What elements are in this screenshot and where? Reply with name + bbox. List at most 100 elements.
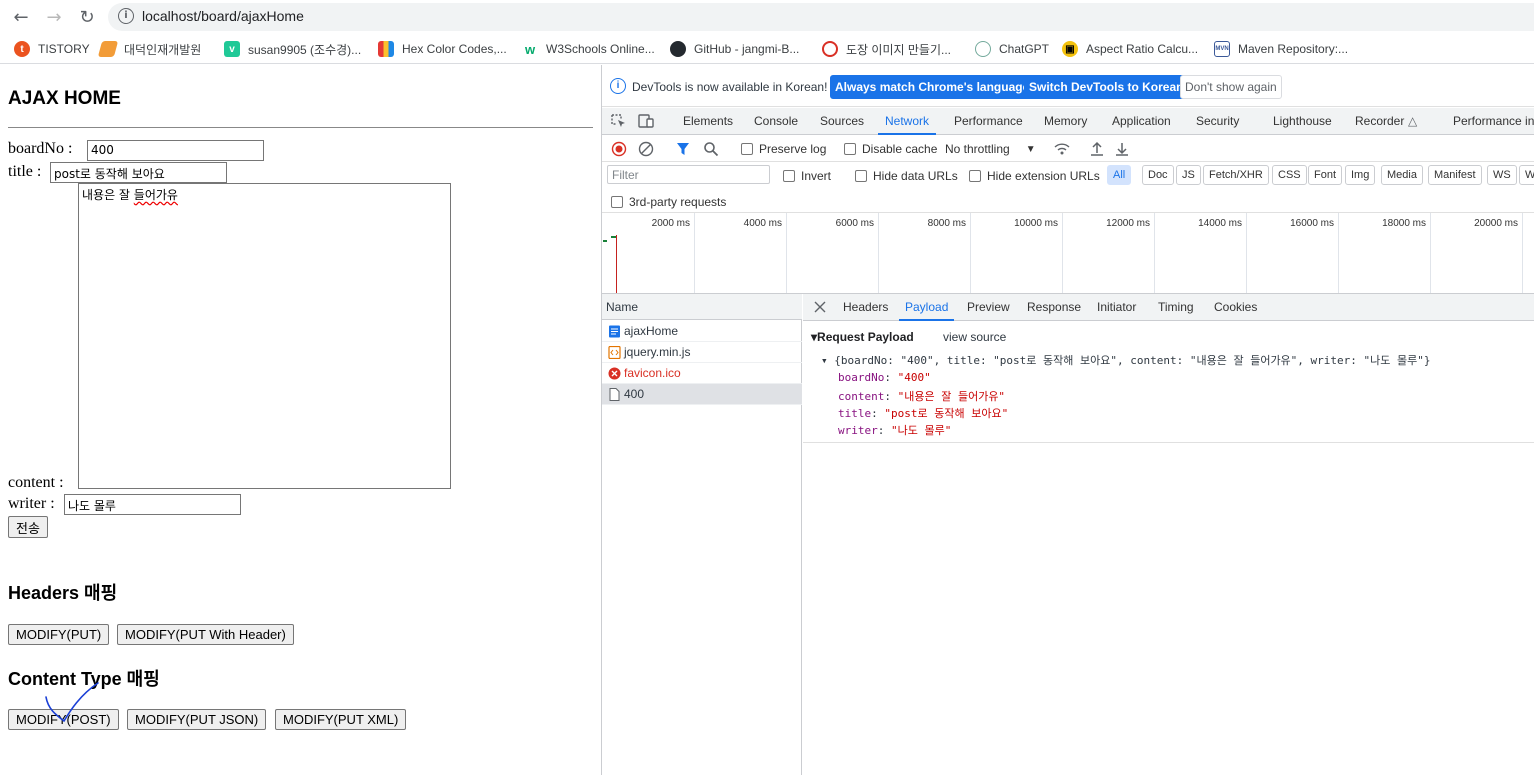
modify-put-button[interactable]: MODIFY(PUT) [8, 624, 110, 645]
file-icon [609, 388, 620, 401]
record-icon[interactable] [611, 141, 627, 157]
dont-show-again-button[interactable]: Don't show again [1180, 75, 1282, 99]
request-payload-title[interactable]: ▾Request Payload [811, 330, 914, 344]
request-name: ajaxHome [624, 324, 679, 338]
bookmark-item[interactable]: v susan9905 (조수경)... [224, 39, 361, 59]
preserve-log-checkbox[interactable]: Preserve log [741, 140, 826, 158]
always-match-language-button[interactable]: Always match Chrome's language [830, 75, 1035, 99]
inspect-element-icon[interactable] [611, 114, 627, 128]
tab-memory[interactable]: Memory [1044, 108, 1087, 135]
tab-security[interactable]: Security [1196, 108, 1239, 135]
timeline-tick-label: 2000 ms [651, 218, 690, 229]
payload-field: boardNo: "400" [838, 371, 931, 384]
bookmark-label: susan9905 (조수경)... [248, 42, 362, 57]
filter-type-doc[interactable]: Doc [1142, 165, 1174, 185]
bookmark-label: 도장 이미지 만들기... [846, 42, 951, 57]
bookmark-item[interactable]: t TISTORY [14, 39, 90, 59]
request-name: jquery.min.js [624, 345, 691, 359]
tab-preview[interactable]: Preview [967, 294, 1010, 321]
payload-summary[interactable]: ▾ {boardNo: "400", title: "post로 동작해 보아요… [821, 352, 1431, 368]
filter-type-css[interactable]: CSS [1272, 165, 1307, 185]
disable-cache-checkbox[interactable]: Disable cache [844, 140, 937, 158]
throttling-select[interactable]: No throttling ▼ [945, 140, 1036, 158]
hide-data-urls-checkbox[interactable]: Hide data URLs [855, 167, 958, 185]
request-row[interactable]: favicon.ico [602, 363, 802, 384]
reload-icon[interactable]: ↻ [73, 3, 101, 31]
tab-elements[interactable]: Elements [683, 108, 733, 135]
tab-timing[interactable]: Timing [1158, 294, 1194, 321]
submit-button[interactable]: 전송 [8, 516, 48, 538]
filter-type-media[interactable]: Media [1381, 165, 1423, 185]
timeline-gridline [1246, 213, 1247, 293]
tab-cookies[interactable]: Cookies [1214, 294, 1257, 321]
filter-type-wasm[interactable]: W [1519, 165, 1534, 185]
tab-recorder[interactable]: Recorder [1355, 108, 1404, 135]
forward-arrow-icon[interactable]: → [40, 3, 68, 31]
filter-type-manifest[interactable]: Manifest [1428, 165, 1482, 185]
filter-type-js[interactable]: JS [1176, 165, 1201, 185]
clear-icon[interactable] [638, 141, 654, 157]
bookmark-item[interactable]: ▣ Aspect Ratio Calcu... [1062, 39, 1198, 59]
filter-type-all[interactable]: All [1107, 165, 1132, 185]
boardno-input[interactable]: 400 [87, 140, 264, 161]
filter-type-fetch-xhr[interactable]: Fetch/XHR [1203, 165, 1269, 185]
tab-performance-insights[interactable]: Performance ins [1453, 108, 1534, 135]
hide-extension-urls-checkbox[interactable]: Hide extension URLs [969, 167, 1100, 185]
site-info-icon[interactable]: i [118, 8, 134, 24]
tab-network[interactable]: Network [878, 108, 937, 135]
tab-response[interactable]: Response [1027, 294, 1081, 321]
bookmark-item[interactable]: 대덕인재개발원 [97, 39, 201, 59]
third-party-checkbox[interactable]: 3rd-party requests [611, 193, 726, 211]
network-overview-timeline[interactable]: 2000 ms 4000 ms 6000 ms 8000 ms 10000 ms 1200… [602, 212, 1534, 294]
modify-put-with-header-button[interactable]: MODIFY(PUT With Header) [117, 624, 294, 645]
tab-lighthouse[interactable]: Lighthouse [1273, 108, 1332, 135]
timeline-gridline [1522, 213, 1523, 293]
tab-application[interactable]: Application [1112, 108, 1171, 135]
view-source-link[interactable]: view source [943, 330, 1006, 344]
content-textarea[interactable]: 내용은 잘 들어가유 [78, 183, 451, 489]
content-text: 내용은 잘 [82, 188, 134, 202]
filter-type-font[interactable]: Font [1308, 165, 1343, 185]
timeline-tick-label: 10000 ms [1014, 218, 1058, 229]
tab-sources[interactable]: Sources [820, 108, 864, 135]
timeline-gridline [1338, 213, 1339, 293]
tab-payload[interactable]: Payload [899, 294, 955, 321]
tab-console[interactable]: Console [754, 108, 798, 135]
back-arrow-icon[interactable]: ← [7, 3, 35, 31]
bookmark-item[interactable]: 도장 이미지 만들기... [822, 39, 951, 59]
tab-performance[interactable]: Performance [954, 108, 1023, 135]
tab-headers[interactable]: Headers [843, 294, 888, 321]
close-icon[interactable] [814, 301, 826, 313]
disable-cache-label: Disable cache [862, 142, 938, 156]
bookmark-item[interactable]: MVN Maven Repository:... [1214, 39, 1348, 59]
request-row[interactable]: jquery.min.js [602, 342, 802, 363]
page-content: AJAX HOME boardNo : 400 title : post로 동작… [0, 65, 601, 775]
bookmark-label: TISTORY [38, 42, 90, 56]
invert-checkbox[interactable]: Invert [783, 167, 831, 185]
page-title: AJAX HOME [8, 88, 121, 109]
upload-icon[interactable] [1090, 141, 1104, 157]
request-row[interactable]: ajaxHome [602, 321, 802, 342]
device-toolbar-icon[interactable] [638, 114, 654, 128]
filter-type-ws[interactable]: WS [1487, 165, 1517, 185]
bookmark-item[interactable]: w W3Schools Online... [522, 39, 655, 59]
download-icon[interactable] [1115, 141, 1129, 157]
modify-put-xml-button[interactable]: MODIFY(PUT XML) [275, 709, 407, 730]
filter-icon[interactable] [676, 141, 690, 157]
switch-to-korean-button[interactable]: Switch DevTools to Korean [1024, 75, 1189, 99]
modify-put-json-button[interactable]: MODIFY(PUT JSON) [127, 709, 267, 730]
request-row[interactable]: 400 [602, 384, 802, 405]
tab-initiator[interactable]: Initiator [1097, 294, 1136, 321]
address-bar[interactable]: i localhost/board/ajaxHome [108, 3, 1534, 31]
document-icon [609, 325, 620, 338]
search-icon[interactable] [703, 141, 719, 157]
network-conditions-icon[interactable] [1053, 141, 1071, 157]
name-column-header[interactable]: Name [602, 294, 802, 320]
bookmark-item[interactable]: GitHub - jangmi-B... [670, 39, 799, 59]
writer-input[interactable]: 나도 몰루 [64, 494, 241, 515]
bookmark-item[interactable]: Hex Color Codes,... [378, 39, 507, 59]
title-input[interactable]: post로 동작해 보아요 [50, 162, 227, 183]
filter-type-img[interactable]: Img [1345, 165, 1376, 185]
bookmark-item[interactable]: ChatGPT [975, 39, 1049, 59]
filter-input[interactable]: Filter [607, 165, 770, 184]
